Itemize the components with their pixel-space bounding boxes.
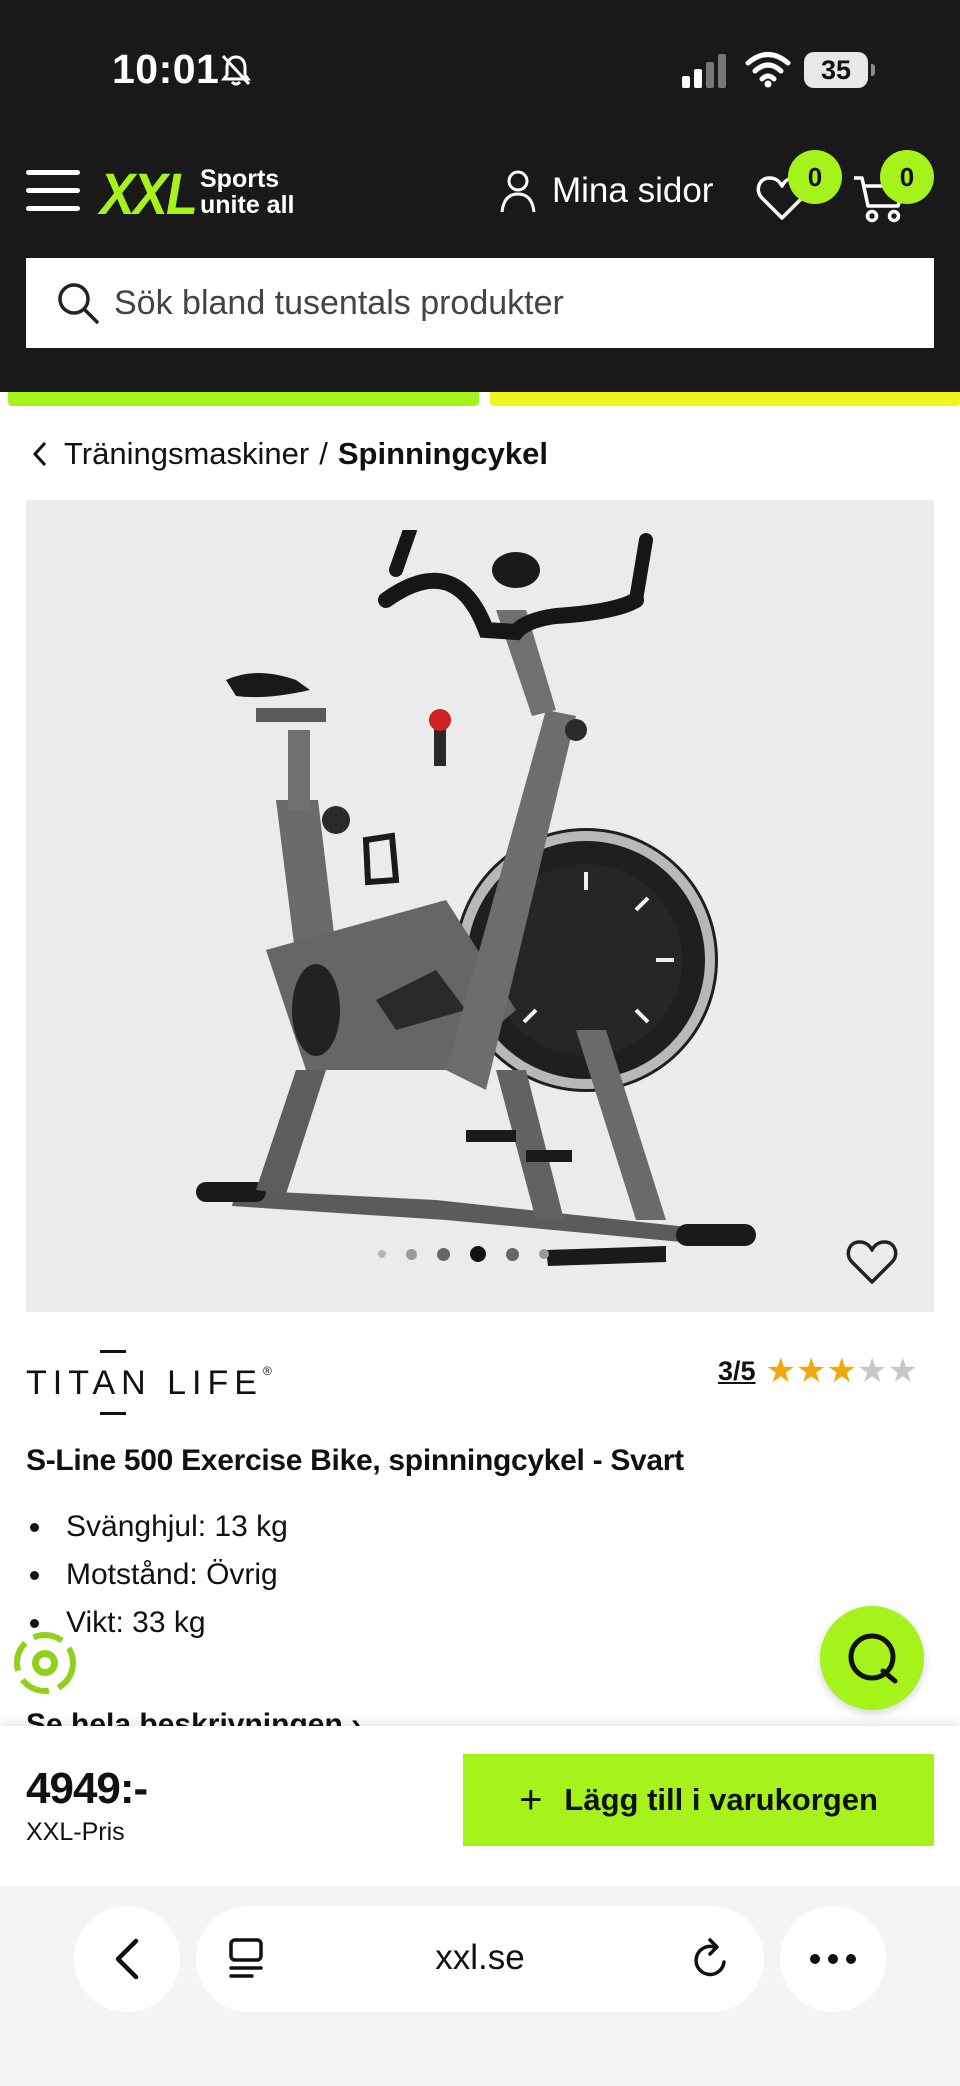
price-label: XXL-Pris — [26, 1818, 125, 1846]
star-filled-icon: ★ — [826, 1351, 857, 1391]
spec-item: Motstånd: Övrig — [26, 1558, 288, 1606]
breadcrumb-separator: / — [319, 436, 328, 471]
signal-icon — [682, 54, 726, 88]
status-time: 10:01 — [112, 46, 220, 92]
battery-indicator: 35 — [804, 52, 875, 88]
browser-more-button[interactable] — [780, 1906, 886, 2012]
chevron-left-icon — [115, 1938, 139, 1980]
silent-bell-icon — [221, 54, 251, 86]
chat-support-button[interactable] — [820, 1606, 924, 1710]
main-navbar: XXL Sports unite all Mina sidor 0 0 — [0, 150, 960, 250]
logo-wordmark: XXL — [100, 161, 198, 227]
gallery-dot[interactable] — [437, 1247, 450, 1261]
star-empty-icon: ★ — [887, 1351, 918, 1391]
breadcrumb-parent[interactable]: Träningsmaskiner — [64, 436, 309, 472]
brand-name: TITAN LIFE — [26, 1364, 263, 1402]
site-header: 10:01 35 XXL Sports unite all Mina sidor… — [0, 0, 960, 392]
search-input[interactable]: Sök bland tusentals produkter — [26, 258, 934, 348]
add-to-wishlist-heart-icon[interactable] — [846, 1238, 898, 1286]
hamburger-menu-icon[interactable] — [26, 170, 80, 212]
product-image-spinning-bike — [196, 530, 756, 1266]
eco-recycle-icon[interactable] — [14, 1632, 76, 1694]
spec-item: Svänghjul: 13 kg — [26, 1510, 288, 1558]
add-to-cart-label: Lägg till i varukorgen — [564, 1782, 878, 1817]
xxl-logo[interactable]: XXL Sports unite all — [100, 162, 294, 227]
more-dots-icon — [810, 1954, 856, 1964]
brand-registered-mark: ® — [262, 1364, 272, 1378]
browser-toolbar: xxl.se — [0, 1886, 960, 2086]
brand-logo[interactable]: TITAN LIFE® — [26, 1350, 272, 1416]
sticky-buy-bar: 4949:- XXL-Pris + Lägg till i varukorgen — [0, 1726, 960, 1886]
account-link[interactable]: Mina sidor — [498, 168, 713, 214]
gallery-dot-active[interactable] — [470, 1246, 486, 1262]
gallery-dot[interactable] — [539, 1249, 549, 1259]
star-filled-icon: ★ — [765, 1351, 797, 1391]
address-bar-url: xxl.se — [435, 1938, 525, 1977]
product-image-gallery[interactable] — [26, 500, 934, 1312]
breadcrumb: Träningsmaskiner / Spinningcykel — [30, 436, 548, 472]
chevron-left-icon[interactable] — [30, 440, 50, 468]
reload-icon[interactable] — [690, 1936, 734, 1982]
product-rating[interactable]: 3/5 ★ ★ ★ ★ ★ — [718, 1354, 918, 1388]
address-bar[interactable]: xxl.se — [196, 1906, 764, 2012]
promo-stripe-yellow — [490, 392, 960, 406]
plus-icon: + — [519, 1778, 543, 1822]
search-icon — [58, 283, 99, 324]
logo-tagline: Sports unite all — [200, 165, 295, 219]
rating-score[interactable]: 3/5 — [718, 1356, 756, 1387]
gallery-dot[interactable] — [406, 1248, 417, 1260]
promo-stripe-green — [8, 392, 479, 406]
product-title: S-Line 500 Exercise Bike, spinningcykel … — [26, 1444, 684, 1477]
breadcrumb-current: Spinningcykel — [337, 436, 549, 471]
cart-count-badge: 0 — [880, 150, 934, 204]
browser-back-button[interactable] — [74, 1906, 180, 2012]
product-price: 4949:- — [26, 1764, 148, 1813]
account-label: Mina sidor — [552, 171, 714, 210]
wifi-icon — [745, 52, 791, 88]
add-to-cart-button[interactable]: + Lägg till i varukorgen — [463, 1754, 934, 1846]
star-filled-icon: ★ — [796, 1351, 827, 1391]
gallery-pagination — [378, 1246, 569, 1262]
user-icon — [500, 170, 536, 213]
search-placeholder: Sök bland tusentals produkter — [114, 283, 564, 322]
gallery-dot[interactable] — [378, 1250, 386, 1258]
chat-bubble-icon — [848, 1633, 898, 1684]
star-empty-icon: ★ — [857, 1351, 888, 1391]
gallery-dot[interactable] — [506, 1247, 519, 1261]
wishlist-count-badge: 0 — [788, 150, 842, 204]
status-bar: 10:01 35 — [0, 0, 960, 140]
